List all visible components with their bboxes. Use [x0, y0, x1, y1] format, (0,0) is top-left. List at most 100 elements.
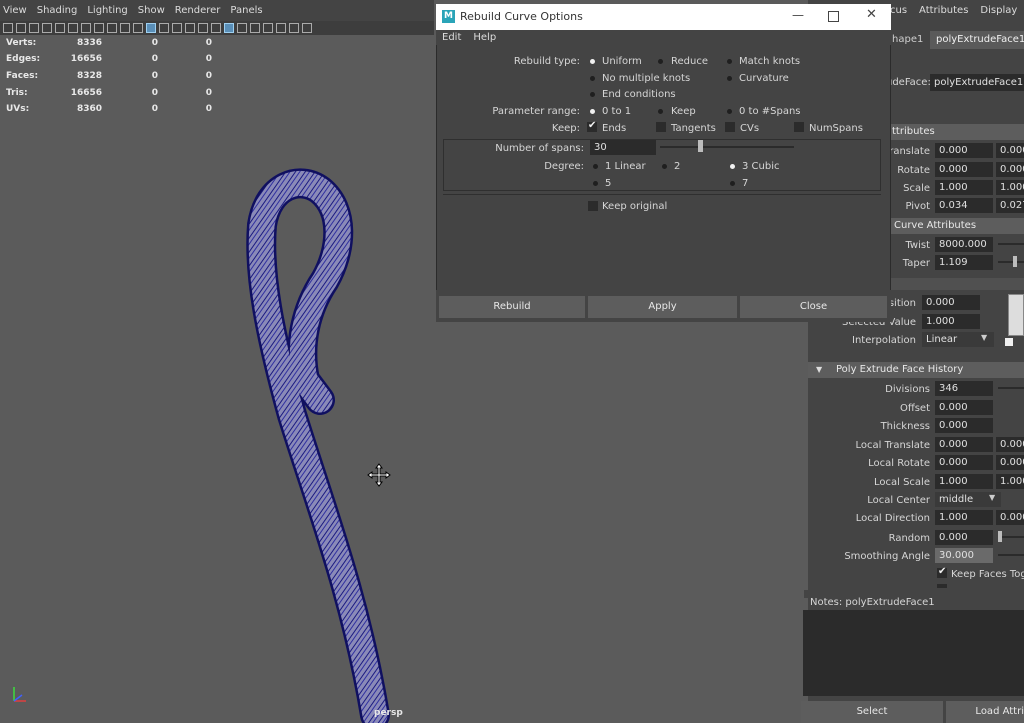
- pivot-y-field[interactable]: 0.027: [996, 198, 1024, 213]
- resolution-gate-icon[interactable]: [81, 23, 91, 33]
- section-poly-extrude-face-history[interactable]: ▼ Poly Extrude Face History: [808, 362, 1024, 378]
- local-direction-y-field[interactable]: 0.000: [996, 510, 1024, 525]
- grid-icon[interactable]: [55, 23, 65, 33]
- node-name-field[interactable]: polyExtrudeFace1: [930, 74, 1024, 91]
- 0-to-spans-label[interactable]: 0 to #Spans: [739, 106, 801, 117]
- tab-polyextrudeface[interactable]: polyExtrudeFace1: [930, 31, 1024, 49]
- number-of-spans-slider[interactable]: [660, 146, 794, 148]
- local-rotate-y-field[interactable]: 0.000: [996, 455, 1024, 470]
- radio-curvature[interactable]: [727, 76, 732, 81]
- thickness-field[interactable]: 0.000: [935, 418, 993, 433]
- radio-0-to-spans[interactable]: [727, 109, 732, 114]
- default-material-icon[interactable]: [172, 23, 182, 33]
- menu-attributes[interactable]: Attributes: [913, 5, 974, 16]
- tab-shape[interactable]: hape1: [892, 34, 923, 45]
- motion-blur-icon[interactable]: [276, 23, 286, 33]
- gate-mask-icon[interactable]: [94, 23, 104, 33]
- radio-0-to-1[interactable]: [590, 109, 595, 114]
- local-rotate-x-field[interactable]: 0.000: [935, 455, 993, 470]
- random-field[interactable]: 0.000: [935, 530, 993, 545]
- local-scale-y-field[interactable]: 1.000: [996, 474, 1024, 489]
- shadows-icon[interactable]: [211, 23, 221, 33]
- uniform-label[interactable]: Uniform: [602, 56, 642, 67]
- close-button[interactable]: Close: [740, 296, 887, 318]
- menu-view[interactable]: View: [0, 5, 34, 16]
- random-slider-handle[interactable]: [998, 531, 1002, 542]
- safe-title-icon[interactable]: [133, 23, 143, 33]
- rebuild-button[interactable]: Rebuild: [439, 296, 585, 318]
- taper-field[interactable]: 1.109: [935, 255, 993, 270]
- wireframe-on-shaded-icon[interactable]: [224, 23, 234, 33]
- radio-degree-5[interactable]: [593, 181, 598, 186]
- depth-of-field-icon[interactable]: [302, 23, 312, 33]
- film-gate-icon[interactable]: [68, 23, 78, 33]
- numspans-checkbox[interactable]: [794, 122, 804, 132]
- ends-checkbox[interactable]: ✔: [587, 120, 597, 132]
- scale-y-field[interactable]: 1.000: [996, 180, 1024, 195]
- match-knots-label[interactable]: Match knots: [739, 56, 800, 67]
- cvs-checkbox[interactable]: [725, 122, 735, 132]
- maximize-icon[interactable]: [828, 11, 839, 22]
- rotate-x-field[interactable]: 0.000: [935, 162, 993, 177]
- position-field[interactable]: 0.000: [922, 295, 980, 310]
- anti-aliasing-icon[interactable]: [289, 23, 299, 33]
- safe-action-icon[interactable]: [120, 23, 130, 33]
- dialog-title-bar[interactable]: M Rebuild Curve Options — ✕: [436, 4, 891, 30]
- lighting-icon[interactable]: [198, 23, 208, 33]
- menu-panels[interactable]: Panels: [227, 5, 269, 16]
- menu-lighting[interactable]: Lighting: [84, 5, 134, 16]
- radio-degree-1-linear[interactable]: [593, 164, 598, 169]
- tangents-checkbox[interactable]: [656, 122, 666, 132]
- reduce-label[interactable]: Reduce: [671, 56, 708, 67]
- camera-select-icon[interactable]: [3, 23, 13, 33]
- next-checkbox-partial[interactable]: [937, 584, 947, 588]
- apply-button[interactable]: Apply: [588, 296, 737, 318]
- radio-match-knots[interactable]: [727, 59, 732, 64]
- minimize-icon[interactable]: —: [792, 8, 804, 22]
- field-chart-icon[interactable]: [107, 23, 117, 33]
- menu-renderer[interactable]: Renderer: [172, 5, 228, 16]
- local-scale-x-field[interactable]: 1.000: [935, 474, 993, 489]
- menu-edit[interactable]: Edit: [436, 32, 467, 43]
- radio-reduce[interactable]: [658, 59, 663, 64]
- smooth-shade-icon[interactable]: [159, 23, 169, 33]
- cvs-label[interactable]: CVs: [740, 123, 759, 134]
- menu-shading[interactable]: Shading: [34, 5, 85, 16]
- menu-show[interactable]: Show: [135, 5, 172, 16]
- menu-display[interactable]: Display: [974, 5, 1023, 16]
- no-multiple-knots-label[interactable]: No multiple knots: [602, 73, 690, 84]
- radio-end-conditions[interactable]: [590, 92, 595, 97]
- isolate-select-icon[interactable]: [250, 23, 260, 33]
- pivot-x-field[interactable]: 0.034: [935, 198, 993, 213]
- degree-2-label[interactable]: 2: [674, 161, 680, 172]
- load-attributes-button[interactable]: Load Attri: [946, 701, 1024, 723]
- degree-3-cubic-label[interactable]: 3 Cubic: [742, 161, 780, 172]
- rotate-y-field[interactable]: 0.000: [996, 162, 1024, 177]
- keep-faces-together-checkbox[interactable]: ✔: [937, 566, 947, 578]
- degree-5-label[interactable]: 5: [605, 178, 611, 189]
- keep-label[interactable]: Keep: [671, 106, 696, 117]
- ambient-occlusion-icon[interactable]: [263, 23, 273, 33]
- radio-uniform[interactable]: [590, 59, 595, 64]
- numspans-label[interactable]: NumSpans: [809, 123, 863, 134]
- ramp-preview[interactable]: [1008, 294, 1024, 336]
- divisions-slider[interactable]: [998, 387, 1024, 389]
- translate-x-field[interactable]: 0.000: [935, 143, 993, 158]
- xray-icon[interactable]: [237, 23, 247, 33]
- taper-slider-handle[interactable]: [1013, 256, 1017, 267]
- degree-1-linear-label[interactable]: 1 Linear: [605, 161, 646, 172]
- number-of-spans-field[interactable]: 30: [590, 140, 656, 155]
- local-direction-x-field[interactable]: 1.000: [935, 510, 993, 525]
- divisions-field[interactable]: 346: [935, 381, 993, 396]
- local-translate-y-field[interactable]: 0.000: [996, 437, 1024, 452]
- camera-lock-icon[interactable]: [16, 23, 26, 33]
- tangents-label[interactable]: Tangents: [671, 123, 716, 134]
- scale-x-field[interactable]: 1.000: [935, 180, 993, 195]
- radio-no-multiple-knots[interactable]: [590, 76, 595, 81]
- smoothing-angle-field[interactable]: 30.000: [935, 548, 993, 563]
- ramp-checkbox[interactable]: [1005, 338, 1013, 346]
- menu-help[interactable]: Help: [467, 32, 502, 43]
- close-icon[interactable]: ✕: [866, 7, 877, 22]
- radio-degree-7[interactable]: [730, 181, 735, 186]
- translate-y-field[interactable]: 0.000: [996, 143, 1024, 158]
